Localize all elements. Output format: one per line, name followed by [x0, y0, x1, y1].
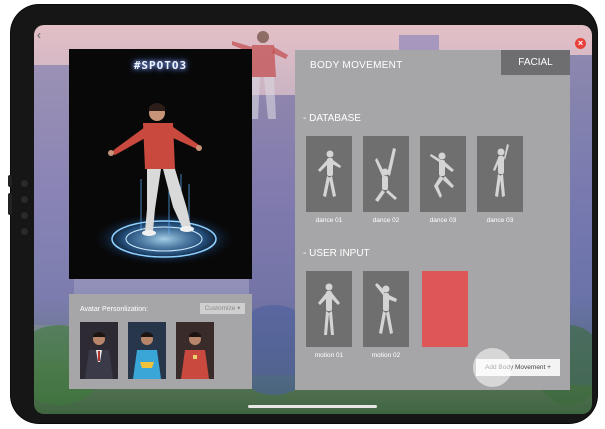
background-building: [34, 65, 74, 325]
database-tile[interactable]: [363, 136, 409, 212]
mannequin-dance-image: [375, 148, 397, 202]
camera-dot: [21, 196, 28, 203]
hologram-avatar: [94, 103, 234, 265]
tablet-frame: ‹ × #SPOTO3 Avatar Personlization: Custo…: [8, 5, 597, 423]
back-chevron-icon[interactable]: ‹: [37, 29, 41, 41]
body-movement-panel: BODY MOVEMENT FACIAL - DATABASE dance 01…: [295, 50, 570, 390]
database-tile[interactable]: [420, 136, 466, 212]
personalization-label: Avatar Personlization:: [80, 306, 148, 313]
mannequin-dance-image: [493, 144, 509, 197]
database-tile[interactable]: [477, 136, 523, 212]
user-input-tile[interactable]: [306, 271, 352, 347]
home-indicator: [248, 405, 377, 408]
close-icon[interactable]: ×: [575, 38, 586, 49]
avatar-stage: #SPOTO3: [69, 49, 252, 279]
side-button: [8, 175, 12, 187]
panel-title: BODY MOVEMENT: [310, 60, 403, 71]
avatar-option-blue[interactable]: [128, 322, 166, 379]
user-input-tile[interactable]: [363, 271, 409, 347]
add-motion-slot[interactable]: [422, 271, 468, 347]
camera-dot: [21, 212, 28, 219]
camera-dot: [21, 180, 28, 187]
user-input-heading: - USER INPUT: [303, 248, 370, 259]
mannequin-motion-image: [318, 283, 340, 335]
app-screen: ‹ × #SPOTO3 Avatar Personlization: Custo…: [34, 25, 592, 414]
database-item-label: dance 03: [429, 217, 457, 224]
mannequin-motion-image: [375, 283, 397, 334]
user-input-item-label: motion 01: [314, 352, 344, 359]
database-item-label: dance 01: [315, 217, 343, 224]
camera-dot: [21, 228, 28, 235]
user-input-item-label: motion 02: [371, 352, 401, 359]
database-heading: - DATABASE: [303, 113, 361, 124]
avatar-option-red[interactable]: [176, 322, 214, 379]
touch-indicator: [473, 348, 512, 387]
avatar-blue-image: [128, 322, 166, 379]
database-tile[interactable]: [306, 136, 352, 212]
avatar-option-suit[interactable]: [80, 322, 118, 379]
avatar-personalization-panel: Avatar Personlization: Customize ▾: [69, 294, 252, 389]
avatar-red-image: [176, 322, 214, 379]
mannequin-dance-image: [318, 150, 341, 197]
database-item-label: dance 03: [486, 217, 514, 224]
customize-dropdown[interactable]: Customize ▾: [200, 303, 245, 314]
side-button: [8, 193, 12, 215]
tab-facial[interactable]: FACIAL: [501, 50, 570, 75]
mannequin-dance-image: [430, 152, 454, 198]
database-item-label: dance 02: [372, 217, 400, 224]
avatar-suit-image: [80, 322, 118, 379]
